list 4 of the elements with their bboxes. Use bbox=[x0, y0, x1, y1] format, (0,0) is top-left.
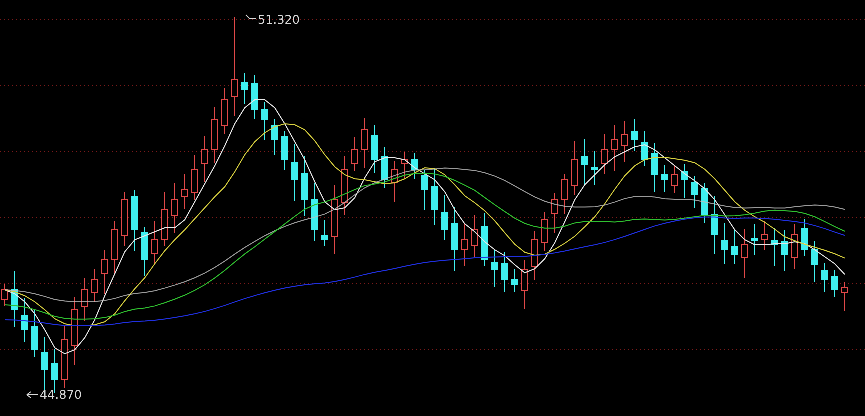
low-price-label: 44.870 bbox=[40, 388, 82, 402]
leader-line bbox=[26, 392, 38, 398]
leader-line bbox=[246, 14, 256, 20]
high-price-label: 51.320 bbox=[258, 13, 300, 27]
